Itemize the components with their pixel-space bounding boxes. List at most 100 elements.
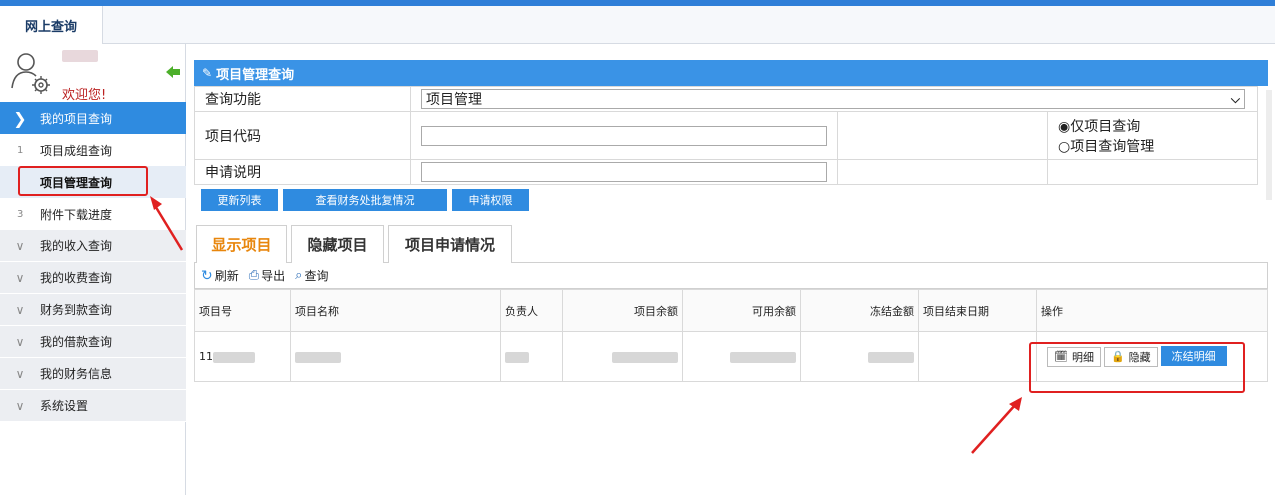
chevron-down-icon: ∨ xyxy=(15,238,25,253)
cell-project-no: 11 xyxy=(194,331,291,382)
sidebar-group-label: 系统设置 xyxy=(40,399,89,413)
cell-available xyxy=(682,331,801,382)
highlight-box-sidebar xyxy=(18,166,148,196)
panel-title-bar: ✎ 项目管理查询 xyxy=(194,60,1268,86)
user-name-blurred xyxy=(62,50,98,62)
cell-frozen xyxy=(800,331,919,382)
cell-balance xyxy=(562,331,683,382)
chevron-down-icon: ∨ xyxy=(15,302,25,317)
col-owner: 负责人 xyxy=(500,289,563,332)
vertical-scrollbar[interactable] xyxy=(1266,90,1272,200)
toolbar-label: 刷新 xyxy=(214,269,239,283)
project-no-prefix: 11 xyxy=(199,350,213,363)
radio-project-only[interactable]: ◉仅项目查询 xyxy=(1058,116,1247,136)
sidebar: 欢迎您! ❯ 我的项目查询 1 项目成组查询 2 项目管理查询 3 附件下载进度… xyxy=(0,44,186,495)
user-gear-icon xyxy=(11,53,50,94)
tab-online-query[interactable]: 网上查询 xyxy=(0,6,103,44)
cell-end-date xyxy=(918,331,1037,382)
empty-cell xyxy=(837,159,1048,185)
query-function-select[interactable]: 项目管理 ⌵ xyxy=(421,89,1245,109)
grid-header-row: 项目号 项目名称 负责人 项目余额 可用余额 冻结金额 项目结束日期 操作 xyxy=(194,289,1268,332)
col-end-date: 项目结束日期 xyxy=(918,289,1037,332)
toolbar-label: 导出 xyxy=(261,269,286,283)
refresh-icon: ↻ xyxy=(201,267,213,284)
apply-note-cell xyxy=(410,159,838,185)
radio-cell: ◉仅项目查询 ○项目查询管理 xyxy=(1047,111,1258,160)
blurred-value xyxy=(730,351,796,363)
col-frozen: 冻结金额 xyxy=(800,289,919,332)
query-form: 查询功能 项目管理 ⌵ 项目代码 ◉仅项目查询 ○项目查询管理 申请说明 xyxy=(194,86,1258,185)
radio-label: 仅项目查询 xyxy=(1070,118,1141,135)
sidebar-item-label: 我的项目查询 xyxy=(40,111,113,126)
blurred-value xyxy=(295,351,341,363)
item-number: 1 xyxy=(17,144,24,156)
sidebar-group-label: 我的借款查询 xyxy=(40,335,113,349)
tab-hidden-projects[interactable]: 隐藏项目 xyxy=(291,225,384,263)
col-available: 可用余额 xyxy=(682,289,801,332)
tab-strip: 网上查询 xyxy=(0,6,1275,44)
action-buttons: 更新列表 查看财务处批复情况 申请权限 xyxy=(194,189,1268,211)
project-code-cell xyxy=(410,111,838,160)
search-icon: ⌕ xyxy=(295,268,303,283)
sidebar-subitem-label: 附件下载进度 xyxy=(40,207,113,222)
pencil-icon: ✎ xyxy=(202,66,213,80)
field-label: 查询功能 xyxy=(194,86,411,112)
blurred-value xyxy=(213,351,255,363)
radio-unchecked-icon: ○ xyxy=(1058,138,1071,155)
sidebar-subitem-group-query[interactable]: 1 项目成组查询 xyxy=(0,134,186,166)
chevron-down-icon: ∨ xyxy=(15,366,25,381)
tab-project-applications[interactable]: 项目申请情况 xyxy=(388,225,512,263)
sidebar-group-settings[interactable]: ∨ 系统设置 xyxy=(0,390,186,422)
sidebar-group-finance-info[interactable]: ∨ 我的财务信息 xyxy=(0,358,186,390)
sidebar-group-fees[interactable]: ∨ 我的收费查询 xyxy=(0,262,186,294)
chevron-down-icon: ⌵ xyxy=(1230,91,1240,106)
sidebar-group-label: 我的收入查询 xyxy=(40,239,113,253)
tab-show-projects[interactable]: 显示项目 xyxy=(196,225,287,263)
sidebar-subitem-attachment-progress[interactable]: 3 附件下载进度 xyxy=(0,198,186,230)
col-project-name: 项目名称 xyxy=(290,289,501,332)
sidebar-group-label: 我的收费查询 xyxy=(40,271,113,285)
cell-project-name xyxy=(290,331,501,382)
blurred-value xyxy=(612,351,678,363)
field-label: 项目代码 xyxy=(194,111,411,160)
query-function-cell: 项目管理 ⌵ xyxy=(410,86,1258,112)
result-tabs: 显示项目 隐藏项目 项目申请情况 xyxy=(194,225,1268,263)
welcome-text: 欢迎您! xyxy=(62,88,107,103)
select-value: 项目管理 xyxy=(426,92,482,108)
refresh-list-button[interactable]: 更新列表 xyxy=(201,189,278,211)
main-content: ✎ 项目管理查询 查询功能 项目管理 ⌵ 项目代码 ◉仅项目查询 ○项目查询管理… xyxy=(194,60,1268,382)
blurred-value xyxy=(868,351,914,363)
toolbar-label: 查询 xyxy=(304,269,329,283)
field-label: 申请说明 xyxy=(194,159,411,185)
printer-icon: ⎙ xyxy=(248,268,260,283)
user-box: 欢迎您! xyxy=(0,44,185,103)
view-approval-button[interactable]: 查看财务处批复情况 xyxy=(283,189,447,211)
sidebar-group-loans[interactable]: ∨ 我的借款查询 xyxy=(0,326,186,358)
sidebar-subitem-label: 项目成组查询 xyxy=(40,143,113,158)
chevron-down-icon: ∨ xyxy=(15,270,25,285)
sidebar-item-my-projects[interactable]: ❯ 我的项目查询 xyxy=(0,102,186,134)
request-permission-button[interactable]: 申请权限 xyxy=(452,189,529,211)
toolbar-refresh[interactable]: ↻ 刷新 xyxy=(201,267,239,284)
panel-title: 项目管理查询 xyxy=(216,67,295,83)
chevron-right-icon: ❯ xyxy=(13,108,27,128)
sidebar-group-payments[interactable]: ∨ 财务到款查询 xyxy=(0,294,186,326)
collapse-arrow-icon[interactable] xyxy=(165,64,181,80)
radio-label: 项目查询管理 xyxy=(1070,138,1155,155)
col-project-no: 项目号 xyxy=(194,289,291,332)
chevron-down-icon: ∨ xyxy=(15,398,25,413)
grid-toolbar: ↻ 刷新 ⎙ 导出 ⌕ 查询 xyxy=(194,263,1268,289)
toolbar-search[interactable]: ⌕ 查询 xyxy=(295,267,328,284)
radio-project-manage[interactable]: ○项目查询管理 xyxy=(1058,136,1247,156)
col-balance: 项目余额 xyxy=(562,289,683,332)
chevron-down-icon: ∨ xyxy=(15,334,25,349)
sidebar-group-income[interactable]: ∨ 我的收入查询 xyxy=(0,230,186,262)
toolbar-export[interactable]: ⎙ 导出 xyxy=(249,267,285,284)
apply-note-input[interactable] xyxy=(421,162,827,182)
empty-cell xyxy=(1047,159,1258,185)
sidebar-group-label: 我的财务信息 xyxy=(40,367,113,381)
project-code-input[interactable] xyxy=(421,125,827,146)
empty-cell xyxy=(837,111,1048,160)
highlight-box-actions xyxy=(1029,342,1245,393)
sidebar-group-label: 财务到款查询 xyxy=(40,303,113,317)
